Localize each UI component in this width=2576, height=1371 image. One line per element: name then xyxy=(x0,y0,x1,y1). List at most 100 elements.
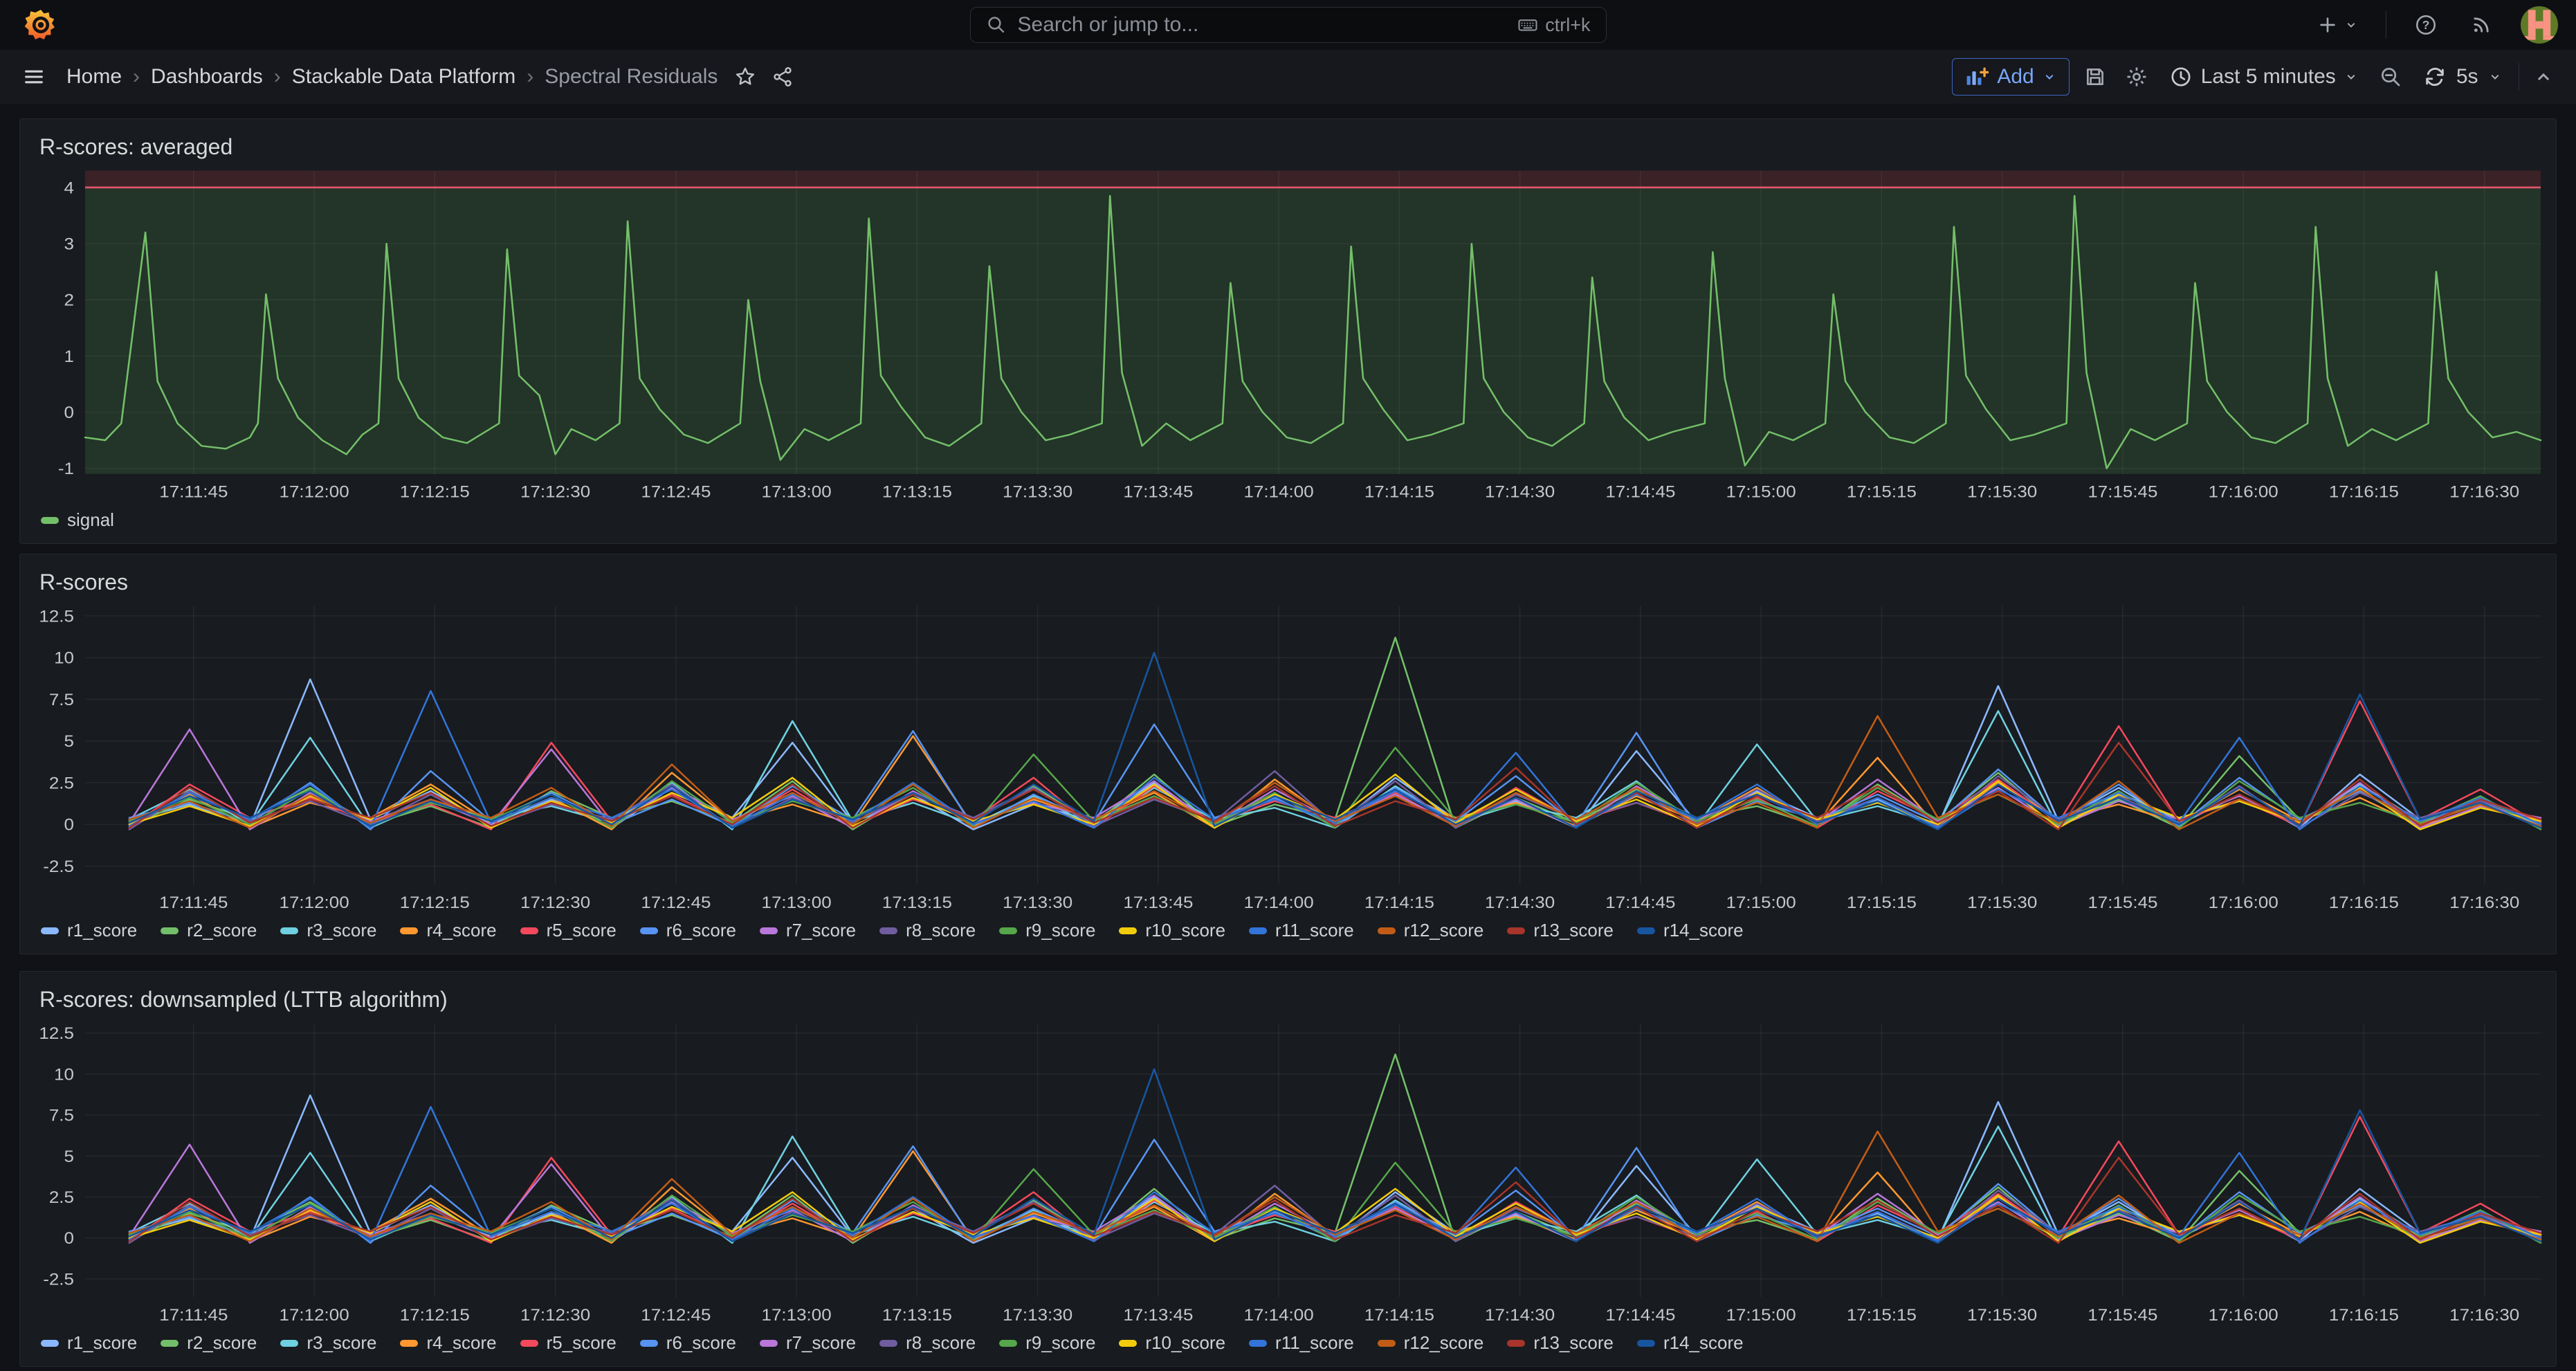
breadcrumb-separator: › xyxy=(133,65,140,89)
legend-item-r11_score[interactable]: r11_score xyxy=(1249,920,1354,941)
svg-text:17:12:45: 17:12:45 xyxy=(641,1306,711,1325)
svg-text:17:15:15: 17:15:15 xyxy=(1847,482,1917,501)
panel-legend: r1_score r2_score r3_score r4_score r5_score… xyxy=(31,1328,2545,1361)
legend-label: r13_score xyxy=(1533,1332,1614,1354)
legend-swatch xyxy=(879,927,897,934)
breadcrumb-folder[interactable]: Stackable Data Platform xyxy=(292,65,515,89)
svg-text:17:14:30: 17:14:30 xyxy=(1485,893,1555,912)
help-button[interactable]: ? xyxy=(2410,9,2442,41)
legend-label: r14_score xyxy=(1663,1332,1744,1354)
legend-label: r2_score xyxy=(187,1332,257,1354)
svg-text:17:16:15: 17:16:15 xyxy=(2329,893,2399,912)
collapse-toolbar-button[interactable] xyxy=(2529,62,2558,91)
legend-item-r10_score[interactable]: r10_score xyxy=(1119,920,1225,941)
refresh-button[interactable]: 5s xyxy=(2416,60,2509,94)
svg-text:17:16:00: 17:16:00 xyxy=(2209,1306,2278,1325)
legend-swatch xyxy=(400,1340,418,1347)
svg-text:17:11:45: 17:11:45 xyxy=(159,893,228,912)
legend-item-r1_score[interactable]: r1_score xyxy=(41,1332,137,1354)
legend-item-r9_score[interactable]: r9_score xyxy=(999,920,1095,941)
svg-text:-1: -1 xyxy=(58,460,74,478)
svg-text:17:11:45: 17:11:45 xyxy=(159,482,228,501)
svg-text:17:16:00: 17:16:00 xyxy=(2209,893,2278,912)
legend-swatch xyxy=(640,927,658,934)
svg-text:17:14:15: 17:14:15 xyxy=(1364,482,1434,501)
legend-item-r9_score[interactable]: r9_score xyxy=(999,1332,1095,1354)
favorite-button[interactable] xyxy=(730,62,760,92)
time-range-label: Last 5 minutes xyxy=(2201,65,2336,89)
legend-label: r11_score xyxy=(1275,1332,1354,1354)
legend-label: r4_score xyxy=(426,1332,496,1354)
legend-item-r12_score[interactable]: r12_score xyxy=(1378,920,1484,941)
legend-item-r12_score[interactable]: r12_score xyxy=(1378,1332,1484,1354)
star-icon xyxy=(734,66,756,88)
svg-text:17:15:30: 17:15:30 xyxy=(1967,893,2037,912)
breadcrumb: Home › Dashboards › Stackable Data Platf… xyxy=(66,65,718,89)
save-dashboard-button[interactable] xyxy=(2079,61,2111,93)
svg-text:2.5: 2.5 xyxy=(49,774,74,792)
legend-swatch xyxy=(520,927,538,934)
time-series-plot[interactable]: -2.502.557.51012.517:11:4517:12:0017:12:… xyxy=(31,601,2545,916)
time-range-picker[interactable]: Last 5 minutes xyxy=(2162,60,2365,94)
search-input[interactable]: Search or jump to... ctrl+k xyxy=(970,7,1607,43)
share-button[interactable] xyxy=(767,62,798,92)
dashboard-settings-button[interactable] xyxy=(2121,61,2153,93)
save-icon xyxy=(2083,65,2107,89)
zoom-out-time-button[interactable] xyxy=(2375,61,2406,93)
svg-text:17:15:00: 17:15:00 xyxy=(1726,893,1796,912)
news-button[interactable] xyxy=(2465,9,2497,41)
panel-title[interactable]: R-scores: downsampled (LTTB algorithm) xyxy=(31,981,2545,1014)
legend-item-r3_score[interactable]: r3_score xyxy=(280,920,376,941)
legend-item-r3_score[interactable]: r3_score xyxy=(280,1332,376,1354)
menu-toggle-button[interactable] xyxy=(18,61,50,93)
search-shortcut: ctrl+k xyxy=(1517,15,1590,36)
legend-item-r10_score[interactable]: r10_score xyxy=(1119,1332,1225,1354)
svg-text:17:12:00: 17:12:00 xyxy=(280,482,349,501)
legend-item-r7_score[interactable]: r7_score xyxy=(760,920,856,941)
legend-item-r6_score[interactable]: r6_score xyxy=(640,1332,736,1354)
legend-swatch xyxy=(41,517,59,524)
breadcrumb-dashboards[interactable]: Dashboards xyxy=(151,65,263,89)
legend-label: r7_score xyxy=(786,1332,856,1354)
legend-item-r4_score[interactable]: r4_score xyxy=(400,1332,496,1354)
panel-title[interactable]: R-scores xyxy=(31,564,2545,597)
legend-swatch xyxy=(1637,927,1655,934)
legend-item-r5_score[interactable]: r5_score xyxy=(520,920,616,941)
legend-item-r6_score[interactable]: r6_score xyxy=(640,920,736,941)
legend-item-r4_score[interactable]: r4_score xyxy=(400,920,496,941)
legend-item-r2_score[interactable]: r2_score xyxy=(161,920,257,941)
shortcut-label: ctrl+k xyxy=(1545,15,1590,36)
panel-r-scores-downsampled: R-scores: downsampled (LTTB algorithm) -… xyxy=(19,971,2557,1367)
time-series-plot[interactable]: -2.502.557.51012.517:11:4517:12:0017:12:… xyxy=(31,1018,2545,1328)
breadcrumb-home[interactable]: Home xyxy=(66,65,122,89)
svg-text:17:12:15: 17:12:15 xyxy=(400,1306,470,1325)
legend-item-r13_score[interactable]: r13_score xyxy=(1507,920,1614,941)
refresh-interval-label: 5s xyxy=(2456,65,2478,89)
svg-text:0: 0 xyxy=(64,1229,74,1248)
search-icon xyxy=(986,15,1007,35)
time-series-plot[interactable]: -10123417:11:4517:12:0017:12:1517:12:301… xyxy=(31,165,2545,505)
legend-swatch xyxy=(1507,927,1525,934)
panel-title[interactable]: R-scores: averaged xyxy=(31,129,2545,161)
legend-item-r5_score[interactable]: r5_score xyxy=(520,1332,616,1354)
new-item-button[interactable] xyxy=(2312,10,2362,40)
legend-item-r1_score[interactable]: r1_score xyxy=(41,920,137,941)
legend-label: signal xyxy=(67,509,114,531)
legend-item-r13_score[interactable]: r13_score xyxy=(1507,1332,1614,1354)
user-avatar[interactable] xyxy=(2521,6,2558,44)
legend-item-r8_score[interactable]: r8_score xyxy=(879,920,976,941)
legend-label: r10_score xyxy=(1145,920,1225,941)
svg-text:17:13:15: 17:13:15 xyxy=(882,1306,952,1325)
legend-swatch xyxy=(161,1340,179,1347)
add-panel-button[interactable]: Add xyxy=(1952,58,2069,96)
legend-item-r2_score[interactable]: r2_score xyxy=(161,1332,257,1354)
legend-item-r7_score[interactable]: r7_score xyxy=(760,1332,856,1354)
legend-item-r8_score[interactable]: r8_score xyxy=(879,1332,976,1354)
legend-item-r14_score[interactable]: r14_score xyxy=(1637,920,1744,941)
legend-item-signal[interactable]: signal xyxy=(41,509,114,531)
legend-item-r14_score[interactable]: r14_score xyxy=(1637,1332,1744,1354)
legend-item-r11_score[interactable]: r11_score xyxy=(1249,1332,1354,1354)
grafana-logo[interactable] xyxy=(24,8,58,42)
svg-text:10: 10 xyxy=(54,648,74,667)
legend-label: r10_score xyxy=(1145,1332,1225,1354)
